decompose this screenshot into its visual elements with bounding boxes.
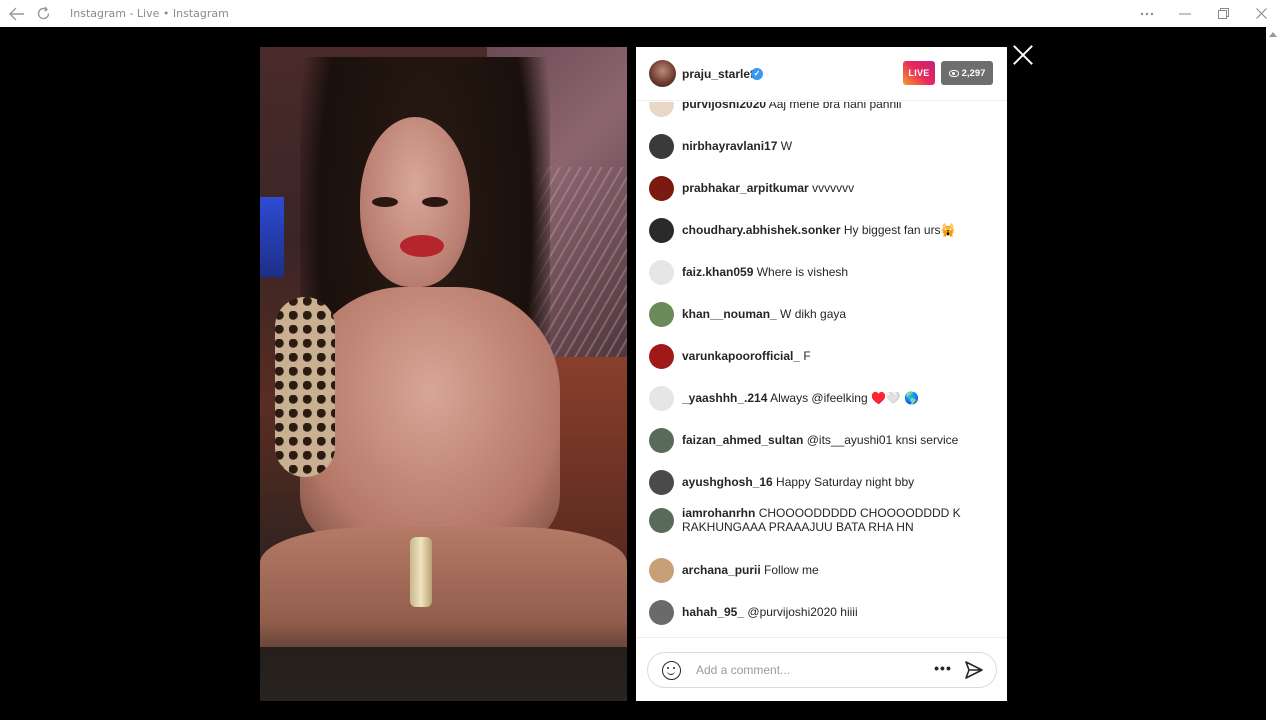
comment-text: _yaashhh_.214 Always @ifeelking ♥️🤍 🌎 [682, 391, 982, 405]
commenter-username[interactable]: _yaashhh_.214 [682, 391, 767, 405]
comment-text: iamrohanrhn CHOOOODDDDD CHOOOODDDD K RAK… [682, 506, 982, 534]
video-eye [372, 197, 398, 207]
commenter-avatar[interactable] [649, 428, 674, 453]
commenter-avatar[interactable] [649, 134, 674, 159]
commenter-avatar[interactable] [649, 558, 674, 583]
minimize-icon[interactable] [1166, 0, 1204, 27]
close-live-icon[interactable] [1012, 44, 1034, 66]
maximize-icon[interactable] [1204, 0, 1242, 27]
commenter-avatar[interactable] [649, 260, 674, 285]
commenter-username[interactable]: ayushghosh_16 [682, 475, 773, 489]
comment-composer: ••• [636, 637, 1007, 701]
more-options-icon[interactable]: ••• [933, 661, 953, 679]
title-bar: Instagram - Live • Instagram [0, 0, 1280, 27]
viewer-count-badge: 2,297 [941, 61, 993, 85]
commenter-username[interactable]: hahah_95_ [682, 605, 744, 619]
comment-body: Follow me [764, 563, 819, 577]
video-bottom-shade [260, 621, 627, 701]
eye-icon [948, 69, 959, 77]
commenter-avatar[interactable] [649, 344, 674, 369]
comment-text: faizan_ahmed_sultan @its__ayushi01 knsi … [682, 433, 982, 447]
comment-body: @its__ayushi01 knsi service [806, 433, 959, 447]
comment-text: purvijoshi2020 Aaj mene bra nahi pahnii [682, 102, 982, 111]
comment-body: Always @ifeelking ♥️🤍 🌎 [770, 391, 920, 405]
comment-text: faiz.khan059 Where is vishesh [682, 265, 982, 279]
verified-badge-icon: ✓ [751, 68, 763, 80]
live-badge: LIVE [903, 61, 935, 85]
comment-text: hahah_95_ @purvijoshi2020 hiiii [682, 605, 982, 619]
commenter-username[interactable]: faiz.khan059 [682, 265, 753, 279]
commenter-avatar[interactable] [649, 386, 674, 411]
commenter-username[interactable]: choudhary.abhishek.sonker [682, 223, 841, 237]
commenter-avatar[interactable] [649, 218, 674, 243]
emoji-icon[interactable] [662, 661, 681, 680]
commenter-avatar[interactable] [649, 470, 674, 495]
host-username[interactable]: praju_starlet [682, 67, 754, 81]
comment-text: archana_purii Follow me [682, 563, 982, 577]
commenter-username[interactable]: faizan_ahmed_sultan [682, 433, 803, 447]
comments-list[interactable]: purvijoshi2020 Aaj mene bra nahi pahnii n… [636, 102, 1007, 636]
scroll-up-icon[interactable] [1269, 32, 1277, 37]
video-neon-light [260, 197, 284, 277]
comment-text: nirbhayravlani17 W [682, 139, 982, 153]
comment-text: ayushghosh_16 Happy Saturday night bby [682, 475, 982, 489]
back-arrow-icon[interactable] [4, 0, 30, 27]
comment-text: choudhary.abhishek.sonker Hy biggest fan… [682, 223, 982, 237]
window-title: Instagram - Live • Instagram [70, 7, 229, 20]
comment-input[interactable] [696, 661, 916, 679]
commenter-avatar[interactable] [649, 176, 674, 201]
commenter-username[interactable]: archana_purii [682, 563, 761, 577]
comment-body: Happy Saturday night bby [776, 475, 915, 489]
comment-box: ••• [647, 652, 997, 688]
comment-body: W [780, 139, 793, 153]
video-body [300, 287, 560, 547]
video-leopard-top [275, 297, 335, 477]
live-video[interactable] [260, 47, 627, 701]
video-eye [422, 197, 448, 207]
scrollbar[interactable] [1266, 27, 1280, 720]
commenter-avatar[interactable] [649, 102, 674, 117]
comment-body: W dikh gaya [780, 307, 847, 321]
comment-body: F [803, 349, 811, 363]
commenter-username[interactable]: varunkapoorofficial_ [682, 349, 800, 363]
send-icon[interactable] [964, 660, 984, 680]
viewer-count: 2,297 [961, 67, 986, 79]
video-lips [400, 235, 444, 257]
live-header: praju_starlet ✓ LIVE 2,297 [636, 47, 1007, 101]
comment-text: prabhakar_arpitkumar vvvvvvv [682, 181, 982, 195]
more-icon[interactable] [1128, 0, 1166, 27]
video-watch [410, 537, 432, 607]
host-avatar[interactable] [649, 60, 676, 87]
close-icon[interactable] [1242, 0, 1280, 27]
comment-body: Hy biggest fan urs🙀 [843, 223, 956, 237]
comment-body: @purvijoshi2020 hiiii [747, 605, 858, 619]
commenter-avatar[interactable] [649, 600, 674, 625]
comment-body: Where is vishesh [756, 265, 849, 279]
comment-body: vvvvvvv [812, 181, 855, 195]
comment-text: varunkapoorofficial_ F [682, 349, 982, 363]
commenter-username[interactable]: purvijoshi2020 [682, 102, 766, 111]
comment-body: Aaj mene bra nahi pahnii [768, 102, 902, 111]
live-side-panel: praju_starlet ✓ LIVE 2,297 purvijoshi202… [636, 47, 1007, 701]
commenter-avatar[interactable] [649, 508, 674, 533]
commenter-username[interactable]: khan__nouman_ [682, 307, 777, 321]
commenter-username[interactable]: nirbhayravlani17 [682, 139, 777, 153]
comment-text: khan__nouman_ W dikh gaya [682, 307, 982, 321]
commenter-username[interactable]: iamrohanrhn [682, 506, 755, 520]
commenter-avatar[interactable] [649, 302, 674, 327]
reload-icon[interactable] [30, 0, 56, 27]
commenter-username[interactable]: prabhakar_arpitkumar [682, 181, 809, 195]
